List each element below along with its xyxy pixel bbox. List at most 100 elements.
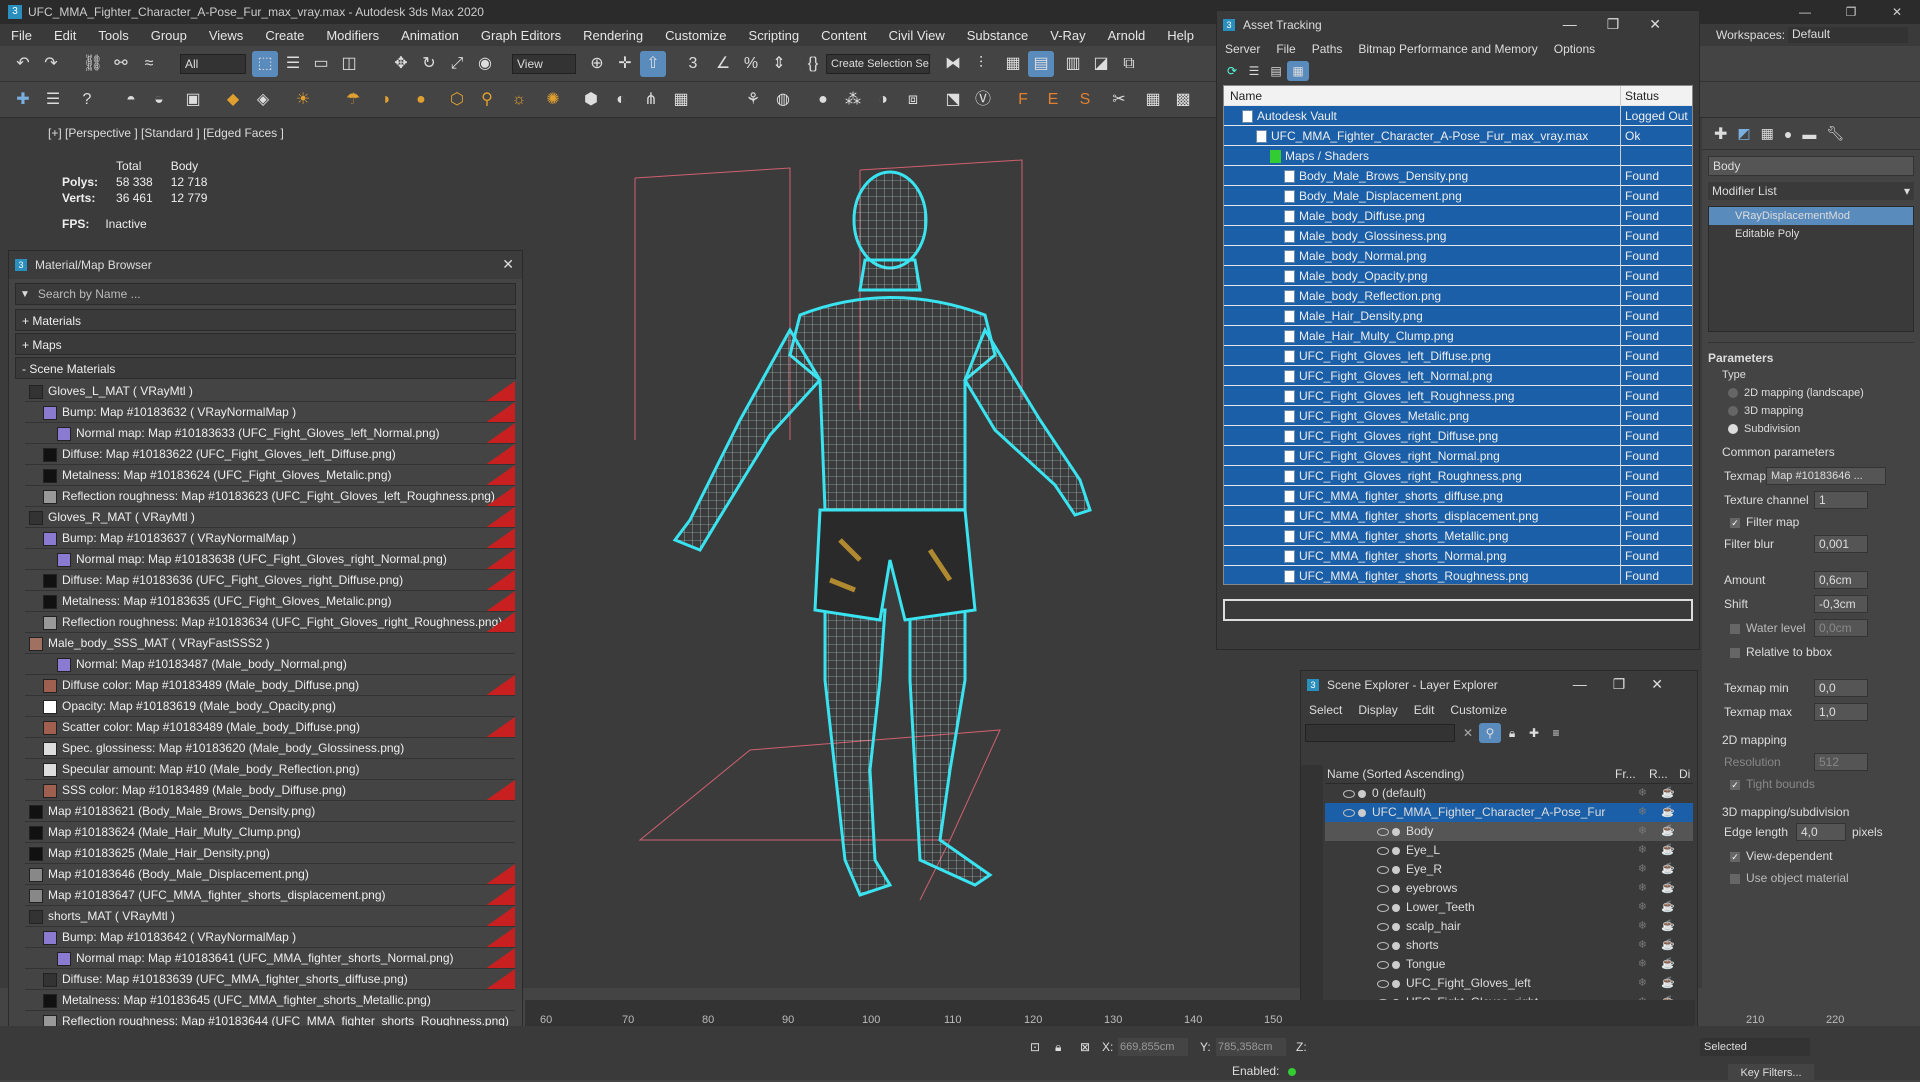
create-tab-icon[interactable]: ✚ <box>1714 124 1727 144</box>
vray-logo-icon[interactable]: Ⓥ <box>970 87 996 113</box>
isolate-icon[interactable]: ⊡ <box>1030 1040 1040 1054</box>
filter-icon[interactable]: ⚲ <box>1479 723 1502 743</box>
texmap-min-spinner[interactable]: 0,0 <box>1814 679 1868 697</box>
move-icon[interactable]: ✥ <box>388 51 414 77</box>
col-name-header[interactable]: Name (Sorted Ascending) <box>1325 765 1615 783</box>
render-frame-icon[interactable]: ▣ <box>180 87 206 113</box>
create-icon[interactable]: ✚ <box>10 87 36 113</box>
tools-icon[interactable]: ✂ <box>1106 87 1132 113</box>
edge-length-spinner[interactable]: 4,0 <box>1796 823 1846 841</box>
filter-map-checkbox[interactable]: ✓ Filter map <box>1730 515 1799 529</box>
render-bulb-icon[interactable] <box>1392 941 1400 950</box>
enabled-indicator-icon[interactable] <box>1288 1068 1296 1076</box>
asset-tracking-title-bar[interactable]: 3 Asset Tracking —❐✕ <box>1217 11 1699 39</box>
menu-item[interactable]: Animation <box>390 28 470 43</box>
asset-row[interactable]: Male_Hair_Multy_Clump.png Found <box>1224 326 1692 346</box>
renderable-teapot-icon[interactable]: ☕ <box>1661 898 1675 917</box>
ies-light-icon[interactable]: ⚲ <box>474 87 500 113</box>
create-selection-set-dropdown[interactable]: Create Selection Se <box>826 54 930 74</box>
material-row[interactable]: Diffuse color: Map #10183489 (Male_body_… <box>25 675 515 696</box>
fur-icon[interactable]: ⋔ <box>638 87 664 113</box>
material-row[interactable]: Diffuse: Map #10183622 (UFC_Fight_Gloves… <box>25 444 515 465</box>
renderable-teapot-icon[interactable]: ☕ <box>1661 955 1675 974</box>
fs-icon[interactable]: S <box>1072 87 1098 113</box>
window-controls[interactable]: —❐✕ <box>1573 676 1689 693</box>
material-row[interactable]: Opacity: Map #10183619 (Male_body_Opacit… <box>25 696 515 717</box>
scene-search-input[interactable] <box>1305 724 1455 742</box>
shift-spinner[interactable]: -0,3cm <box>1814 595 1868 613</box>
character-wireframe[interactable] <box>620 140 1160 970</box>
dome-light-icon[interactable]: ◗ <box>374 87 400 113</box>
viewport-label[interactable]: [+] [Perspective ] [Standard ] [Edged Fa… <box>48 126 284 140</box>
grid2-icon[interactable]: ▩ <box>1170 87 1196 113</box>
material-row[interactable]: Metalness: Map #10183624 (UFC_Fight_Glov… <box>25 465 515 486</box>
scene-tree-row[interactable]: shorts ❄ ☕ <box>1325 936 1693 955</box>
asset-row[interactable]: UFC_MMA_fighter_shorts_Normal.png Found <box>1224 546 1692 566</box>
menu-item[interactable]: Customize <box>654 28 737 43</box>
menu-item[interactable]: Substance <box>956 28 1039 43</box>
scatter-icon[interactable]: ◍ <box>770 87 796 113</box>
water-level-checkbox[interactable]: Water level <box>1730 621 1806 635</box>
parameters-title[interactable]: Parameters <box>1708 351 1914 365</box>
undo-icon[interactable]: ↶ <box>10 51 36 77</box>
visibility-eye-icon[interactable] <box>1377 865 1389 874</box>
material-row[interactable]: Map #10183624 (Male_Hair_Multy_Clump.png… <box>25 822 515 843</box>
selection-set-dropdown[interactable]: Selected <box>1700 1038 1810 1056</box>
freeze-icon[interactable]: ❄ <box>1638 879 1647 898</box>
proxy-icon[interactable]: ⬢ <box>578 87 604 113</box>
menu-item[interactable]: Views <box>198 28 254 43</box>
view-dependent-checkbox[interactable]: ✓ View-dependent <box>1730 849 1833 863</box>
menu-item[interactable]: Graph Editors <box>470 28 572 43</box>
tight-bounds-checkbox[interactable]: ✓ Tight bounds <box>1730 777 1815 791</box>
pivot-icon[interactable]: ⊕ <box>584 51 610 77</box>
unlink-icon[interactable]: ⚯ <box>108 51 134 77</box>
list-icon[interactable]: ☰ <box>1243 61 1265 81</box>
menu-item[interactable]: File <box>1268 42 1303 56</box>
asset-row[interactable]: UFC_MMA_fighter_shorts_Roughness.png Foun… <box>1224 566 1692 584</box>
menu-item[interactable]: V-Ray <box>1039 28 1096 43</box>
scene-tree-row[interactable]: UFC_MMA_Fighter_Character_A-Pose_Fur ❄ ☕ <box>1325 803 1693 822</box>
percent-snap-icon[interactable]: % <box>738 51 764 77</box>
asset-row[interactable]: Male_body_Normal.png Found <box>1224 246 1692 266</box>
frame-buffer-icon[interactable]: ⧈ <box>900 87 926 113</box>
menu-item[interactable]: Modifiers <box>315 28 390 43</box>
close-button[interactable]: ✕ <box>1874 0 1920 24</box>
asset-row[interactable]: Body_Male_Brows_Density.png Found <box>1224 166 1692 186</box>
menu-item[interactable]: Customize <box>1442 703 1515 717</box>
mmb-group-header[interactable]: + Materials <box>15 309 516 331</box>
scene-tree-row[interactable]: Eye_R ❄ ☕ <box>1325 860 1693 879</box>
col-status-header[interactable]: Status <box>1620 86 1692 105</box>
asset-row[interactable]: UFC_Fight_Gloves_left_Normal.png Found <box>1224 366 1692 386</box>
layer-explorer-icon[interactable]: ▤ <box>1028 51 1054 77</box>
render-setup-icon[interactable]: ◒ <box>146 87 172 113</box>
select-manipulate-icon[interactable]: ✛ <box>612 51 638 77</box>
render-bulb-icon[interactable] <box>1358 808 1366 817</box>
menu-item[interactable]: Civil View <box>878 28 956 43</box>
col-freeze-header[interactable]: Fr... <box>1615 765 1649 783</box>
rect-selection-icon[interactable]: ▭ <box>308 51 334 77</box>
visibility-eye-icon[interactable] <box>1377 846 1389 855</box>
render-bulb-icon[interactable] <box>1392 979 1400 988</box>
freeze-icon[interactable]: ❄ <box>1638 955 1647 974</box>
modify-tab-icon[interactable]: ◩ <box>1737 125 1750 142</box>
visibility-eye-icon[interactable] <box>1377 903 1389 912</box>
render-icon[interactable]: ◆ <box>220 87 246 113</box>
renderable-teapot-icon[interactable]: ☕ <box>1661 917 1675 936</box>
menu-item[interactable]: Tools <box>87 28 139 43</box>
asset-row[interactable]: Body_Male_Displacement.png Found <box>1224 186 1692 206</box>
material-row[interactable]: Bump: Map #10183642 ( VRayNormalMap ) <box>25 927 515 948</box>
scene-tree-row[interactable]: 0 (default) ❄ ☕ <box>1325 784 1693 803</box>
minimize-button[interactable]: — <box>1782 0 1828 24</box>
material-row[interactable]: Reflection roughness: Map #10183634 (UFC… <box>25 612 515 633</box>
asset-row[interactable]: Male_body_Glossiness.png Found <box>1224 226 1692 246</box>
material-row[interactable]: Diffuse: Map #10183636 (UFC_Fight_Gloves… <box>25 570 515 591</box>
material-row[interactable]: Bump: Map #10183637 ( VRayNormalMap ) <box>25 528 515 549</box>
freeze-icon[interactable]: ❄ <box>1638 860 1647 879</box>
lock-icon[interactable]: 🔒︎ <box>1501 723 1523 743</box>
freeze-icon[interactable]: ❄ <box>1638 936 1647 955</box>
close-icon[interactable]: ✕ <box>502 256 514 273</box>
snap-toggle-icon[interactable]: 3 <box>680 51 706 77</box>
schematic-view-icon[interactable]: ⧉ <box>1116 51 1142 77</box>
menu-item[interactable]: Rendering <box>572 28 654 43</box>
y-coord-field[interactable]: 785,358cm <box>1216 1038 1286 1056</box>
